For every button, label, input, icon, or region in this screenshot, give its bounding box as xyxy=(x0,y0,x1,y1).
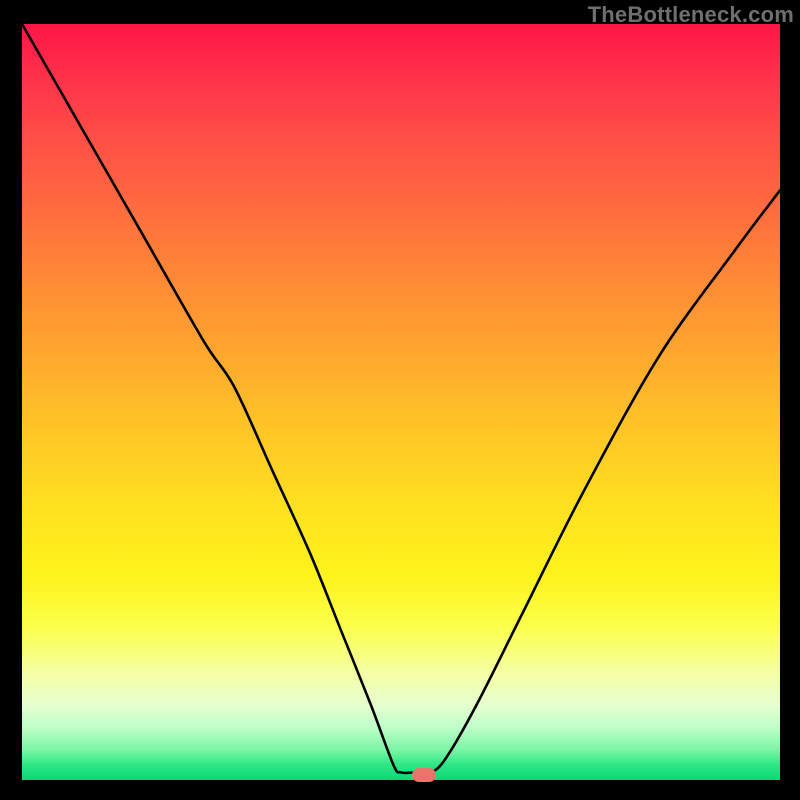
optimum-marker xyxy=(412,768,436,782)
chart-frame: TheBottleneck.com xyxy=(0,0,800,800)
watermark-text: TheBottleneck.com xyxy=(588,2,794,28)
plot-area xyxy=(22,24,780,780)
